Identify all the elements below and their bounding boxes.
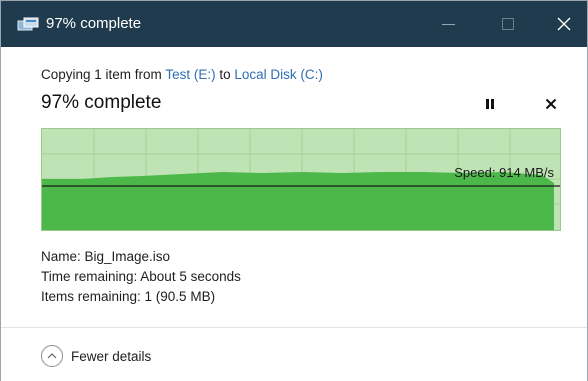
title-bar[interactable]: 97% complete [1,1,587,47]
fewer-details-label: Fewer details [71,348,152,364]
progress-status: 97% complete [41,92,162,113]
speed-label: Speed: 914 MB/s [454,165,554,180]
source-link[interactable]: Test (E:) [165,67,215,82]
speed-graph: Speed: 914 MB/s [41,128,561,231]
copy-transfer-icon [17,16,39,32]
close-window-button[interactable] [541,1,587,47]
maximize-icon [502,18,514,30]
close-icon [545,98,557,110]
details-panel: Name: Big_Image.iso Time remaining: Abou… [41,247,241,307]
minimize-icon [441,23,455,25]
copy-description: Copying 1 item from Test (E:) to Local D… [41,67,323,82]
chevron-up-icon [41,345,63,367]
time-remaining: Time remaining: About 5 seconds [41,269,241,284]
fewer-details-button[interactable]: Fewer details [41,345,151,367]
minimize-button[interactable] [425,1,471,47]
graph-speed-area [42,172,554,230]
file-copy-dialog: 97% complete Copying 1 item from Test (E… [0,0,588,381]
pause-button[interactable] [477,93,503,115]
cancel-button[interactable] [538,93,564,115]
footer: Fewer details [1,328,587,381]
close-icon [557,17,571,31]
destination-link[interactable]: Local Disk (C:) [234,67,323,82]
pause-icon [486,99,494,109]
copy-to-text: to [215,67,235,82]
window-title: 97% complete [46,15,142,32]
file-name: Name: Big_Image.iso [41,249,171,264]
items-remaining: Items remaining: 1 (90.5 MB) [41,289,216,304]
maximize-button[interactable] [485,1,531,47]
copy-prefix: Copying 1 item from [41,67,166,82]
speed-graph-svg [42,129,560,230]
